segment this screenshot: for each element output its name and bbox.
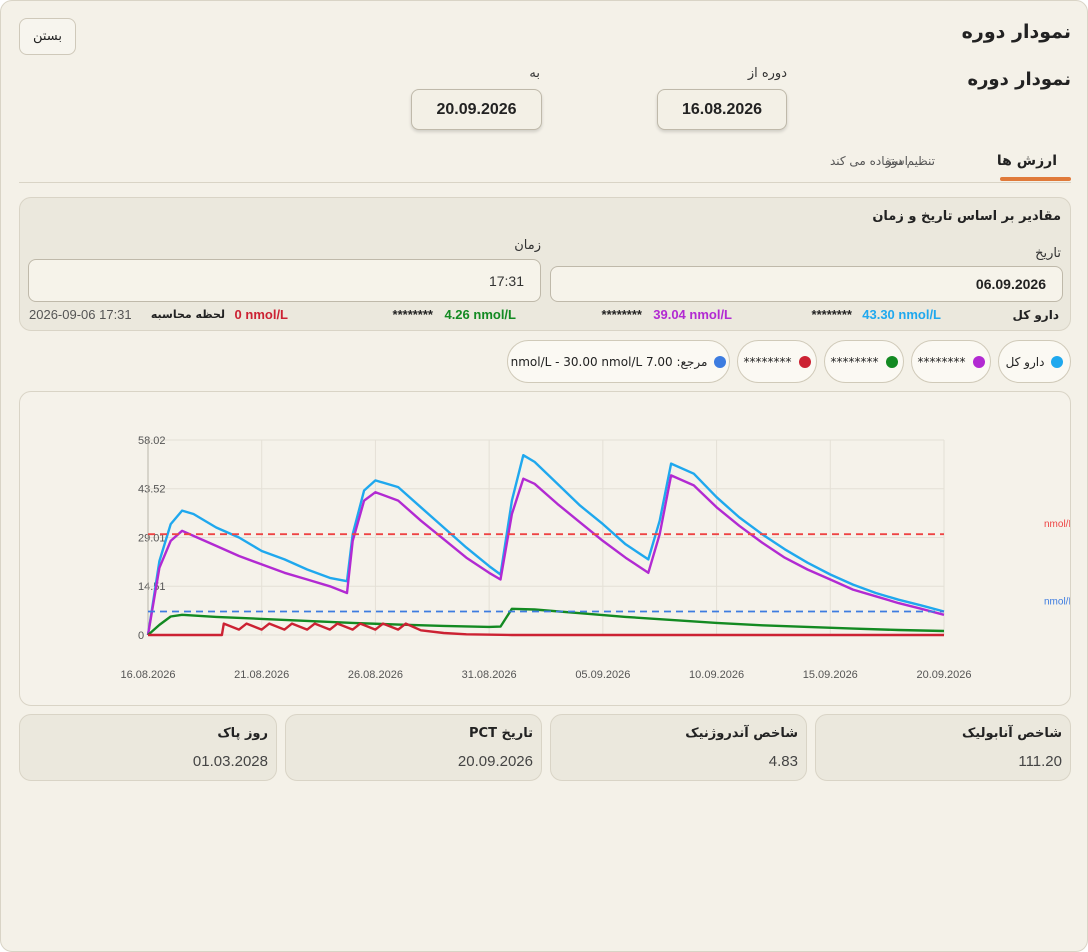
y-tick-label: 43.52 (138, 484, 166, 496)
time-input[interactable]: 17:31 (28, 259, 541, 302)
legend-dot-purple (972, 355, 985, 368)
stat-card-clean-day: روز پاک 01.03.2028 (19, 714, 277, 781)
masked-name-3: ******** (392, 307, 433, 322)
masked-name-1: ******** (811, 307, 852, 322)
legend-label-total: دارو کل (1005, 354, 1045, 369)
value-2: 4.26 nmol/L (444, 307, 516, 322)
concentration-chart: 16.08.2026 21.08.2026 26.08.2026 31.08.2026… (120, 435, 1088, 681)
legend-chip-total[interactable]: دارو کل (998, 340, 1071, 383)
total-drug-value: 43.30 nmol/L (862, 307, 941, 322)
legend-dot-green (885, 355, 898, 368)
period-to-input[interactable]: 20.09.2026 (411, 89, 542, 130)
stat-value-anabolic: 111.20 (1018, 753, 1062, 770)
legend-dot-reference (714, 355, 727, 368)
legend-dot-total (1051, 355, 1064, 368)
stat-value-clean-day: 01.03.2028 (192, 753, 268, 770)
time-label: زمان (514, 238, 541, 253)
section-title: نمودار دوره (967, 69, 1071, 90)
tab-values[interactable]: ارزش ها (997, 153, 1057, 169)
dialog-title: نمودار دوره (961, 21, 1071, 43)
x-tick-label: 31.08.2026 (462, 669, 517, 681)
x-tick-label: 16.08.2026 (120, 669, 175, 681)
y-tick-label: 14.51 (138, 581, 166, 593)
stat-card-pct-date: تاریخ PCT 20.09.2026 (285, 714, 542, 781)
stat-label-clean-day: روز پاک (217, 726, 268, 741)
calc-moment-value: 2026-09-06 17:31 (29, 307, 132, 322)
chart-dialog: نمودار دوره بستن نمودار دوره دوره از 16.… (0, 0, 1088, 952)
legend-label-green: ******** (830, 354, 879, 369)
tabs-divider (19, 182, 1071, 183)
x-tick-label: 26.08.2026 (348, 669, 403, 681)
x-tick-label: 10.09.2026 (689, 669, 744, 681)
chart-container: 16.08.2026 21.08.2026 26.08.2026 31.08.2026… (19, 391, 1088, 706)
legend-label-reference: مرجع: 7.00 nmol/L - 30.00 nmol/L (510, 354, 708, 369)
total-drug-label: دارو کل (1012, 308, 1059, 322)
stat-value-androgenic: 4.83 (768, 753, 798, 770)
legend-label-red: ******** (743, 354, 792, 369)
period-to-label: به (529, 66, 540, 81)
legend-chip-purple[interactable]: ******** (911, 340, 991, 383)
active-tab-indicator (1000, 177, 1071, 181)
legend-dot-red (798, 355, 811, 368)
legend-chip-red[interactable]: ******** (737, 340, 817, 383)
date-label: تاریخ (1035, 246, 1061, 261)
series-line-0 (146, 454, 945, 636)
legend-chip-reference[interactable]: مرجع: 7.00 nmol/L - 30.00 nmol/L (507, 340, 730, 383)
calc-moment-label: لحظه محاسبه (150, 308, 225, 321)
masked-name-2: ******** (601, 307, 642, 322)
stat-card-androgenic: شاخص آندروژنیک 4.83 (550, 714, 807, 781)
stat-card-anabolic: شاخص آنابولیک 111.20 (815, 714, 1071, 781)
stat-label-androgenic: شاخص آندروژنیک (685, 726, 798, 741)
stat-value-pct-date: 20.09.2026 (457, 753, 533, 770)
y-tick-label: 0 (138, 630, 144, 642)
period-from-input[interactable]: 16.08.2026 (657, 89, 787, 130)
stat-label-anabolic: شاخص آنابولیک (961, 726, 1062, 741)
x-tick-label: 05.09.2026 (575, 669, 630, 681)
close-button[interactable]: بستن (19, 18, 76, 55)
period-from-label: دوره از (747, 66, 787, 81)
value-3: 0 nmol/L (234, 307, 288, 322)
tab-uses[interactable]: استفاده می کند (830, 154, 908, 168)
values-panel-title: مقادیر بر اساس تاریخ و زمان (872, 209, 1061, 224)
reference-line-label-0: حد بالائی 30.00 nmol/L (1044, 519, 1070, 530)
x-tick-label: 20.09.2026 (916, 669, 971, 681)
x-tick-label: 15.09.2026 (803, 669, 858, 681)
legend-chip-green[interactable]: ******** (824, 340, 904, 383)
value-1: 39.04 nmol/L (653, 307, 732, 322)
series-line-2 (147, 607, 945, 636)
stat-label-pct-date: تاریخ PCT (469, 726, 533, 741)
y-tick-label: 58.02 (138, 435, 166, 447)
x-tick-label: 21.08.2026 (234, 669, 289, 681)
date-input[interactable]: 06.09.2026 (550, 266, 1063, 302)
legend-label-purple: ******** (917, 354, 966, 369)
reference-line-label-1: حد پایین تر 7.00 nmol/L (1044, 596, 1070, 607)
series-line-3 (148, 622, 944, 637)
